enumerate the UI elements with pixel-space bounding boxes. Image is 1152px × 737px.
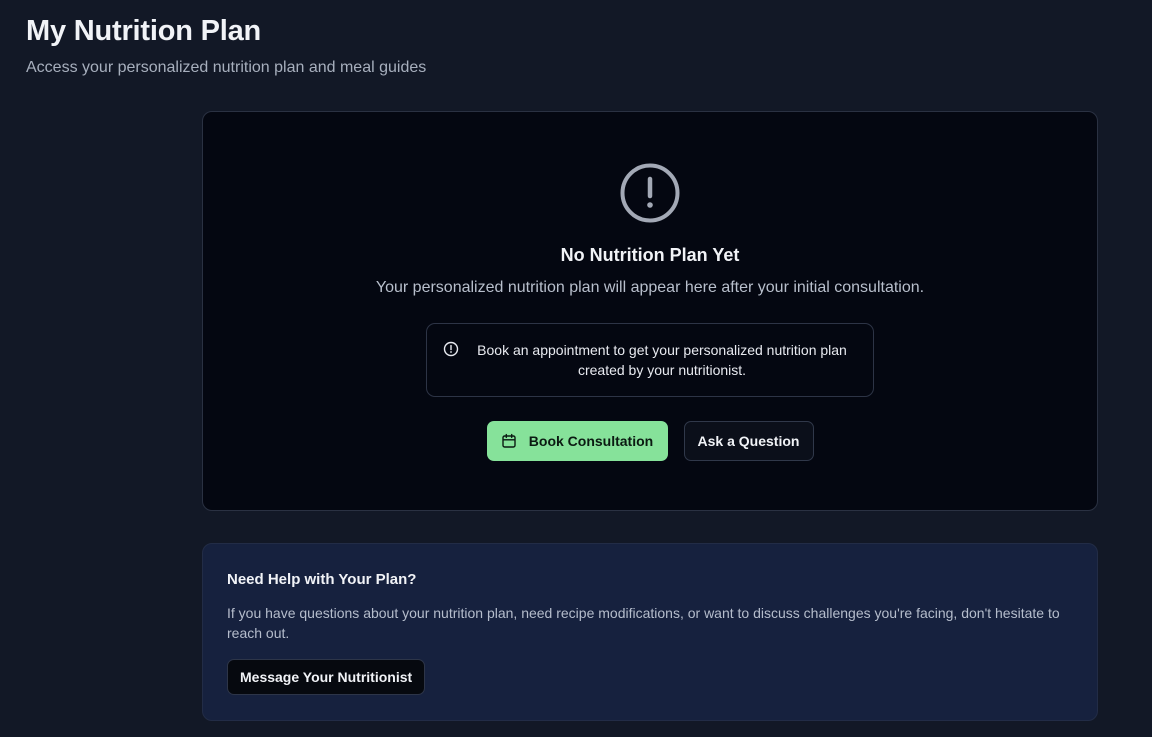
calendar-icon — [502, 433, 516, 448]
info-circle-icon — [443, 341, 459, 357]
help-title: Need Help with Your Plan? — [227, 571, 417, 588]
book-consultation-button[interactable]: Book Consultation — [486, 421, 668, 461]
empty-state-card: No Nutrition Plan Yet Your personalized … — [202, 111, 1098, 511]
empty-state-title: No Nutrition Plan Yet — [560, 245, 740, 265]
help-text: If you have questions about your nutriti… — [227, 605, 1060, 641]
booking-notice-text: Book an appointment to get your personal… — [477, 342, 847, 378]
book-consultation-label: Book Consultation — [528, 433, 654, 449]
ask-question-button[interactable]: Ask a Question — [683, 421, 814, 461]
booking-notice: Book an appointment to get your personal… — [426, 323, 874, 397]
message-nutritionist-button[interactable]: Message Your Nutritionist — [227, 659, 426, 695]
empty-state-actions: Book Consultation Ask a Question — [486, 421, 814, 461]
page-header: My Nutrition Plan Access your personaliz… — [26, 12, 426, 78]
alert-circle-icon — [620, 163, 680, 223]
page-title: My Nutrition Plan — [26, 15, 262, 47]
empty-state-description: Your personalized nutrition plan will ap… — [375, 279, 925, 296]
page-subtitle: Access your personalized nutrition plan … — [26, 59, 427, 76]
help-card: Need Help with Your Plan? If you have qu… — [202, 543, 1098, 721]
